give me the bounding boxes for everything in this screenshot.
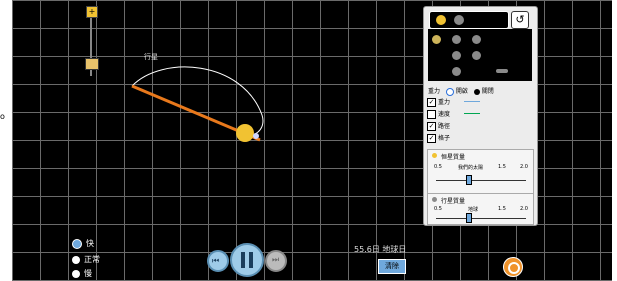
sun-body [236, 124, 254, 142]
speed-label: 慢 [84, 269, 92, 278]
path-label: 行星 [144, 53, 158, 61]
body-selector[interactable] [429, 11, 509, 29]
planet-body [253, 133, 259, 139]
simulation-stage[interactable]: + 行星 ↺ 重力 開啟 關閉 ✓ 重力 速度 ✓ 路徑 ✓ 格子 恒星質量 0… [12, 0, 612, 281]
planet-mass-thumb[interactable] [465, 213, 472, 223]
radio-icon[interactable] [72, 269, 80, 278]
gravity-off-radio[interactable] [473, 88, 480, 95]
zoom-thumb[interactable] [85, 58, 99, 70]
planet-mass-track [436, 218, 526, 219]
preset-grid[interactable] [428, 29, 532, 81]
tick-label: 1.5 [498, 164, 506, 170]
tick-label: 2.0 [520, 206, 528, 212]
speed-normal[interactable]: 正常 [72, 254, 100, 265]
gravity-on-label: 開啟 [455, 88, 468, 95]
checkbox-label: 路徑 [438, 123, 451, 130]
planet-mass-title: 行星質量 [441, 198, 466, 205]
checkbox-icon[interactable] [427, 110, 436, 119]
reset-all-button[interactable] [503, 257, 523, 277]
star-mass-track [436, 180, 526, 181]
preset-icon-7[interactable] [496, 69, 508, 73]
reset-icon [508, 262, 520, 274]
zoom-slider[interactable]: + [85, 6, 99, 76]
speed-label: 快 [86, 239, 94, 248]
planet-icon [432, 197, 437, 202]
tick-label: 地球 [468, 207, 479, 213]
clear-button[interactable]: 清除 [378, 259, 406, 274]
edge-mark: o [0, 112, 5, 121]
checkbox-label: 格子 [438, 135, 451, 142]
sun-icon [436, 15, 446, 25]
star-mass-title: 恒星質量 [441, 154, 466, 161]
preset-icon-5[interactable] [452, 51, 461, 60]
tick-label: 我們的太陽 [458, 165, 484, 171]
checkbox-label: 速度 [438, 111, 451, 118]
checkbox-grid[interactable]: ✓ 格子 [427, 133, 450, 143]
step-icon: ⏭ [272, 255, 280, 264]
star-mass-thumb[interactable] [465, 175, 472, 185]
rewind-button[interactable]: ⏮ [207, 250, 229, 272]
preset-icon-1[interactable] [432, 35, 441, 44]
gravity-on-radio[interactable] [445, 87, 454, 96]
planet-mass-control: 行星質量 0.5 地球 1.5 2.0 [427, 193, 534, 225]
speed-label: 正常 [84, 255, 100, 264]
checkbox-icon[interactable]: ✓ [427, 134, 436, 143]
tick-label: 2.0 [520, 164, 528, 170]
gravity-row: 重力 開啟 關閉 [428, 86, 494, 96]
checkbox-label: 重力 [438, 99, 451, 106]
velocity-legend [464, 113, 480, 114]
zoom-in-button[interactable]: + [86, 6, 98, 18]
gravity-label: 重力 [428, 88, 441, 95]
step-button[interactable]: ⏭ [265, 250, 287, 272]
checkbox-icon[interactable]: ✓ [427, 122, 436, 131]
speed-slow[interactable]: 慢 [72, 268, 92, 279]
preset-icon-2[interactable] [452, 35, 461, 44]
tick-label: 0.5 [434, 164, 442, 170]
days-counter: 55.6日 地球日 [354, 245, 407, 254]
preset-icon-6[interactable] [452, 67, 461, 76]
pause-button[interactable] [230, 243, 264, 277]
rewind-icon: ⏮ [212, 256, 220, 265]
tick-label: 0.5 [434, 206, 442, 212]
speed-fast[interactable]: 快 [72, 238, 94, 249]
star-icon [432, 153, 437, 158]
checkbox-gravity[interactable]: ✓ 重力 [427, 97, 450, 107]
pause-icon [241, 252, 245, 268]
control-panel: ↺ 重力 開啟 關閉 ✓ 重力 速度 ✓ 路徑 ✓ 格子 恒星質量 0.5 我們… [423, 6, 538, 226]
radio-icon[interactable] [72, 255, 80, 264]
preset-icon-4[interactable] [472, 51, 481, 60]
reset-button[interactable]: ↺ [511, 11, 529, 29]
radio-icon[interactable] [72, 238, 82, 249]
checkbox-velocity[interactable]: 速度 [427, 109, 450, 119]
tick-label: 1.5 [498, 206, 506, 212]
checkbox-icon[interactable]: ✓ [427, 98, 436, 107]
preset-icon-3[interactable] [472, 35, 481, 44]
gravity-off-label: 關閉 [481, 88, 494, 95]
gravity-legend [464, 101, 480, 102]
checkbox-path[interactable]: ✓ 路徑 [427, 121, 450, 131]
planet-icon [454, 15, 464, 25]
